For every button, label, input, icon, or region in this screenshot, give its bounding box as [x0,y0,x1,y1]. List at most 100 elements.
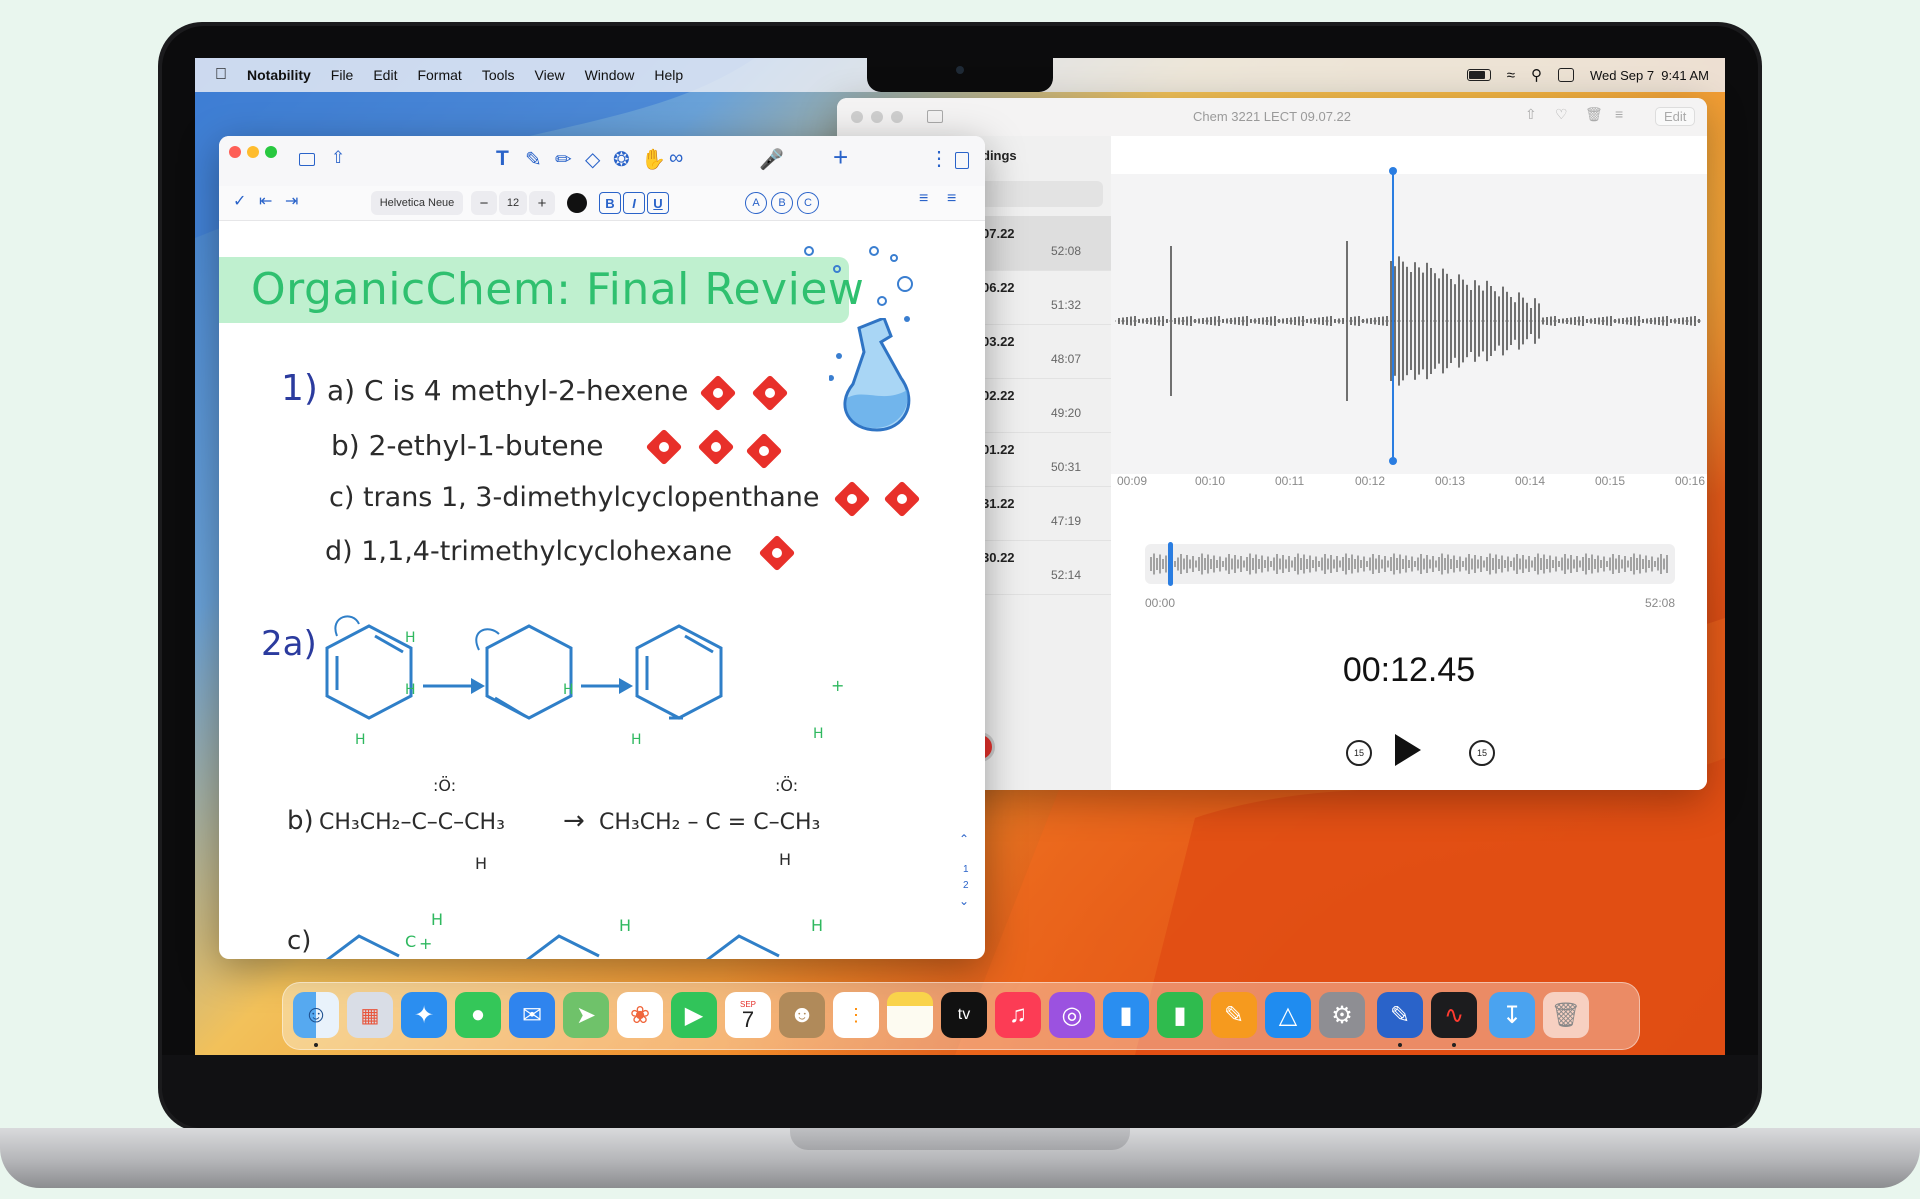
highlighter-tool-icon[interactable]: ✏ [555,147,572,172]
page-number[interactable]: 1 [963,864,969,875]
keynote-icon[interactable]: ▮ [1103,992,1149,1038]
hydrogen-label: H [779,850,792,869]
play-button[interactable] [1395,734,1421,766]
edit-button[interactable]: Edit [1655,107,1696,126]
tv-icon[interactable]: tv [941,992,987,1038]
facetime-icon[interactable]: ▶ [671,992,717,1038]
style-c-button[interactable]: C [797,192,819,214]
app-store-icon[interactable]: △ [1265,992,1311,1038]
flask-icon [829,318,911,432]
minimize-button[interactable] [247,146,259,158]
messages-icon[interactable]: ● [455,992,501,1038]
zoom-button[interactable] [265,146,277,158]
playhead[interactable] [1389,167,1397,465]
calendar-icon[interactable]: SEP 7 [725,992,771,1038]
contacts-icon[interactable]: ☻ [779,992,825,1038]
question-1d: d) 1,1,4-trimethylcyclohexane [325,536,733,567]
favorite-heart-icon[interactable]: ♡ [1555,106,1568,123]
font-size-decrease[interactable]: − [471,191,497,215]
podcasts-icon[interactable]: ◎ [1049,992,1095,1038]
settings-sliders-icon[interactable]: ≡ [1615,106,1623,122]
numbers-icon[interactable]: ▮ [1157,992,1203,1038]
timeline-tick: 00:10 [1195,474,1226,488]
flammable-hazard-icon [699,374,737,412]
launchpad-icon[interactable]: ▦ [347,992,393,1038]
control-center-icon[interactable] [1558,68,1574,82]
font-size-value[interactable]: 12 [499,191,527,215]
skip-back-label: 15 [1353,748,1364,758]
trash-icon[interactable]: 🗑 [1585,106,1603,123]
exclamation-hazard-icon [697,428,735,466]
apple-menu-icon[interactable]:  [215,66,227,84]
lasso-tool-icon[interactable]: ❂ [613,147,630,172]
photos-icon[interactable]: ❀ [617,992,663,1038]
notes-icon[interactable] [887,992,933,1038]
mail-icon[interactable]: ✉ [509,992,555,1038]
downloads-icon[interactable]: ↧ [1489,992,1535,1038]
bold-button[interactable]: B [599,192,621,214]
menu-window[interactable]: Window [585,67,635,83]
page-view-icon[interactable] [955,152,969,169]
timeline-tick: 00:09 [1117,474,1148,488]
share-icon[interactable]: ⇧ [331,148,345,168]
skip-forward-15-button[interactable]: 15 [1469,740,1495,766]
menu-file[interactable]: File [331,67,354,83]
text-color-swatch[interactable] [567,193,587,213]
pen-tool-icon[interactable]: ✎ [525,147,542,172]
skip-back-15-button[interactable]: 15 [1346,740,1372,766]
maps-icon[interactable]: ➤ [563,992,609,1038]
notability-icon[interactable]: ✎ [1377,992,1423,1038]
camera-notch [867,58,1053,92]
hydrogen-label: H [405,630,416,646]
bullet-list-icon[interactable]: ≡ [947,190,956,208]
wifi-icon[interactable]: ≈ [1507,67,1515,84]
pages-icon[interactable]: ✎ [1211,992,1257,1038]
link-tool-icon[interactable]: ∞ [669,147,683,170]
music-icon[interactable]: ♫ [995,992,1041,1038]
style-a-button[interactable]: A [745,192,767,214]
flammable-hazard-icon [758,534,796,572]
microphone-icon[interactable]: 🎤 [759,147,784,172]
spotlight-search-icon[interactable]: ⚲ [1531,66,1542,84]
eraser-tool-icon[interactable]: ◇ [585,147,600,172]
menu-help[interactable]: Help [654,67,683,83]
menu-clock[interactable]: Wed Sep 7 9:41 AM [1590,68,1709,83]
style-b-button[interactable]: B [771,192,793,214]
page-number[interactable]: 2 [963,880,969,891]
checklist-icon[interactable]: ✓ [233,191,246,211]
font-size-increase[interactable]: + [529,191,555,215]
menu-view[interactable]: View [535,67,565,83]
page-up-chevron-icon[interactable]: ⌃ [959,832,969,846]
menu-app-name[interactable]: Notability [247,67,311,83]
share-icon[interactable]: ⇧ [1525,106,1537,123]
italic-button[interactable]: I [623,192,645,214]
indent-icon[interactable]: ⇥ [285,191,298,211]
notability-toolbar: ⇧ T ✎ ✏ ◇ ❂ ✋ ∞ 🎤 + ⋮ [219,136,985,187]
benzene-reaction-diagram [325,615,723,720]
underline-button[interactable]: U [647,192,669,214]
page-down-chevron-icon[interactable]: ⌄ [959,894,969,908]
menu-tools[interactable]: Tools [482,67,515,83]
add-icon[interactable]: + [833,142,848,173]
text-tool-icon[interactable]: T [496,147,509,171]
oxygen-label: :Ö: [433,776,457,795]
system-settings-icon[interactable]: ⚙ [1319,992,1365,1038]
numbered-list-icon[interactable]: ≡ [919,190,928,208]
pointer-tool-icon[interactable]: ✋ [641,147,666,172]
more-options-icon[interactable]: ⋮ [929,146,949,171]
sidebar-header: dings [982,148,1017,163]
menu-format[interactable]: Format [417,67,461,83]
hydrogen-label: H [813,726,824,742]
close-button[interactable] [229,146,241,158]
font-family-select[interactable]: Helvetica Neue [371,191,463,215]
reminders-icon[interactable]: ⋮ [833,992,879,1038]
finder-icon[interactable]: ☺ [293,992,339,1038]
safari-icon[interactable]: ✦ [401,992,447,1038]
trash-icon[interactable]: 🗑 [1543,992,1589,1038]
sidebar-toggle-icon[interactable] [299,153,315,166]
battery-icon[interactable] [1466,69,1491,81]
voice-memos-icon[interactable]: ∿ [1431,992,1477,1038]
menu-edit[interactable]: Edit [373,67,397,83]
outdent-icon[interactable]: ⇤ [259,191,272,211]
overview-playhead[interactable] [1168,542,1173,586]
